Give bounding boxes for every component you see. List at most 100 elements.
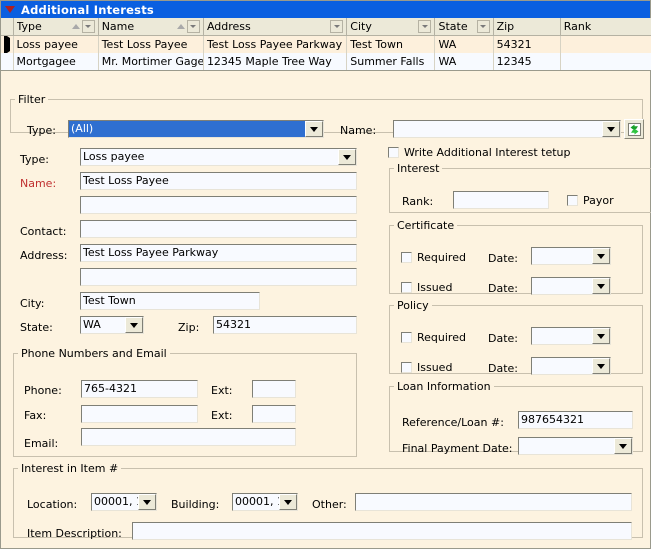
row-selector-cell[interactable]	[1, 35, 14, 53]
sort-ascending-icon[interactable]	[71, 24, 80, 29]
chevron-down-icon[interactable]	[338, 149, 356, 165]
additional-interests-grid: Type Name Address City State Zip Rank Lo…	[1, 18, 651, 71]
certificate-issued-date-picker[interactable]	[531, 277, 611, 295]
additional-interests-window: Additional Interests Type Name Address C…	[0, 0, 651, 549]
detail-name-input[interactable]: Test Loss Payee	[80, 172, 357, 190]
fax-input[interactable]	[81, 405, 198, 423]
policy-issued-label: Issued	[417, 361, 453, 374]
checkbox-box[interactable]	[401, 252, 412, 263]
write-additional-interest-setup-checkbox[interactable]: Write Additional Interest tetup	[388, 146, 571, 159]
interest-payor-checkbox[interactable]: Payor	[567, 194, 614, 207]
grid-header-state-label: State	[438, 20, 468, 33]
item-location-dropdown[interactable]: 00001, 1	[91, 493, 157, 511]
table-row[interactable]: Loss payee Test Loss Payee Test Loss Pay…	[1, 35, 651, 53]
cell-zip: 12345	[493, 53, 561, 70]
grid-header-city[interactable]: City	[346, 18, 436, 36]
filter-type-dropdown[interactable]: (All)	[68, 120, 324, 138]
filter-dropdown-icon[interactable]	[476, 20, 490, 33]
policy-issued-date-picker[interactable]	[531, 357, 611, 375]
checkbox-box[interactable]	[401, 332, 412, 343]
item-description-input[interactable]	[132, 522, 632, 540]
item-building-label: Building:	[171, 498, 220, 511]
phone-input[interactable]: 765-4321	[81, 380, 198, 398]
policy-issued-checkbox[interactable]: Issued	[401, 361, 452, 374]
sort-ascending-icon[interactable]	[176, 24, 185, 29]
certificate-issued-date-value	[532, 278, 592, 294]
certificate-required-checkbox[interactable]: Required	[401, 251, 466, 264]
detail-type-dropdown[interactable]: Loss payee	[80, 148, 357, 166]
item-location-label: Location:	[27, 498, 78, 511]
policy-required-date-picker[interactable]	[531, 327, 611, 345]
phone-label: Phone:	[24, 384, 62, 397]
chevron-down-icon[interactable]	[305, 121, 323, 137]
grid-header-zip-label: Zip	[496, 20, 515, 33]
item-building-dropdown[interactable]: 00001, 1	[232, 493, 298, 511]
phone-email-legend: Phone Numbers and Email	[21, 347, 167, 360]
certificate-issued-date-label: Date:	[488, 282, 518, 295]
cell-city: Test Town	[346, 35, 436, 53]
detail-address2-input[interactable]	[80, 268, 357, 286]
grid-header-address-label: Address	[206, 20, 251, 33]
chevron-down-icon[interactable]	[602, 121, 620, 137]
policy-required-date-label: Date:	[488, 332, 518, 345]
chevron-down-icon[interactable]	[125, 317, 143, 333]
detail-city-input[interactable]: Test Town	[80, 292, 260, 310]
policy-issued-date-label: Date:	[488, 362, 518, 375]
detail-contact-label: Contact:	[20, 225, 67, 238]
grid-header-name[interactable]: Name	[98, 18, 204, 36]
checkbox-box[interactable]	[567, 195, 578, 206]
loan-reference-label: Reference/Loan #:	[402, 416, 504, 429]
filter-name-dropdown[interactable]	[393, 120, 621, 138]
triangle-down-icon[interactable]	[5, 6, 15, 13]
grid-header-zip[interactable]: Zip	[493, 18, 561, 36]
chevron-down-icon[interactable]	[592, 328, 610, 344]
detail-city-label: City:	[20, 297, 45, 310]
loan-reference-input[interactable]: 987654321	[518, 411, 633, 429]
chevron-down-icon[interactable]	[592, 278, 610, 294]
chevron-down-icon[interactable]	[138, 494, 156, 510]
checkbox-box[interactable]	[401, 282, 412, 293]
detail-zip-input[interactable]: 54321	[213, 316, 357, 334]
interest-rank-input[interactable]	[453, 191, 549, 209]
grid-header-rank[interactable]: Rank	[560, 18, 651, 36]
chevron-down-icon[interactable]	[592, 358, 610, 374]
cell-type: Mortgagee	[13, 53, 99, 70]
grid-header-type[interactable]: Type	[13, 18, 99, 36]
detail-state-dropdown[interactable]: WA	[80, 316, 144, 334]
filter-dropdown-icon[interactable]	[81, 20, 95, 33]
table-row[interactable]: Mortgagee Mr. Mortimer Gage 12345 Maple …	[1, 53, 651, 70]
row-selector-cell[interactable]	[1, 53, 14, 70]
refresh-button[interactable]	[624, 119, 644, 139]
certificate-required-date-picker[interactable]	[531, 247, 611, 265]
page-title: Additional Interests	[21, 2, 154, 17]
fax-ext-input[interactable]	[252, 405, 296, 423]
chevron-down-icon[interactable]	[279, 494, 297, 510]
grid-header-address[interactable]: Address	[203, 18, 348, 36]
checkbox-box[interactable]	[401, 362, 412, 373]
interest-in-item-group: Interest in Item # Location: 00001, 1 Bu…	[13, 462, 643, 540]
fax-ext-label: Ext:	[211, 409, 233, 422]
filter-dropdown-icon[interactable]	[418, 20, 432, 33]
grid-header-row: Type Name Address City State Zip Rank	[1, 18, 651, 36]
certificate-issued-checkbox[interactable]: Issued	[401, 281, 452, 294]
detail-contact-input[interactable]	[80, 220, 357, 238]
chevron-down-icon[interactable]	[592, 248, 610, 264]
detail-name2-input[interactable]	[80, 196, 357, 214]
refresh-icon	[627, 122, 641, 136]
item-other-input[interactable]	[355, 493, 632, 511]
policy-required-checkbox[interactable]: Required	[401, 331, 466, 344]
phone-ext-input[interactable]	[252, 380, 296, 398]
loan-information-group: Loan Information Reference/Loan #: 98765…	[389, 380, 643, 455]
email-input[interactable]	[81, 428, 296, 446]
chevron-down-icon[interactable]	[614, 438, 632, 454]
filter-group: Filter Type: (All) Name:	[10, 93, 644, 139]
loan-final-payment-date-picker[interactable]	[518, 437, 633, 455]
grid-header-state[interactable]: State	[434, 18, 494, 36]
filter-dropdown-icon[interactable]	[330, 20, 344, 33]
grid-header-city-label: City	[350, 20, 372, 33]
detail-address-input[interactable]: Test Loss Payee Parkway	[80, 244, 357, 262]
cell-name: Test Loss Payee	[98, 35, 204, 53]
filter-dropdown-icon[interactable]	[186, 20, 200, 33]
filter-name-value	[394, 121, 602, 137]
checkbox-box[interactable]	[388, 147, 399, 158]
